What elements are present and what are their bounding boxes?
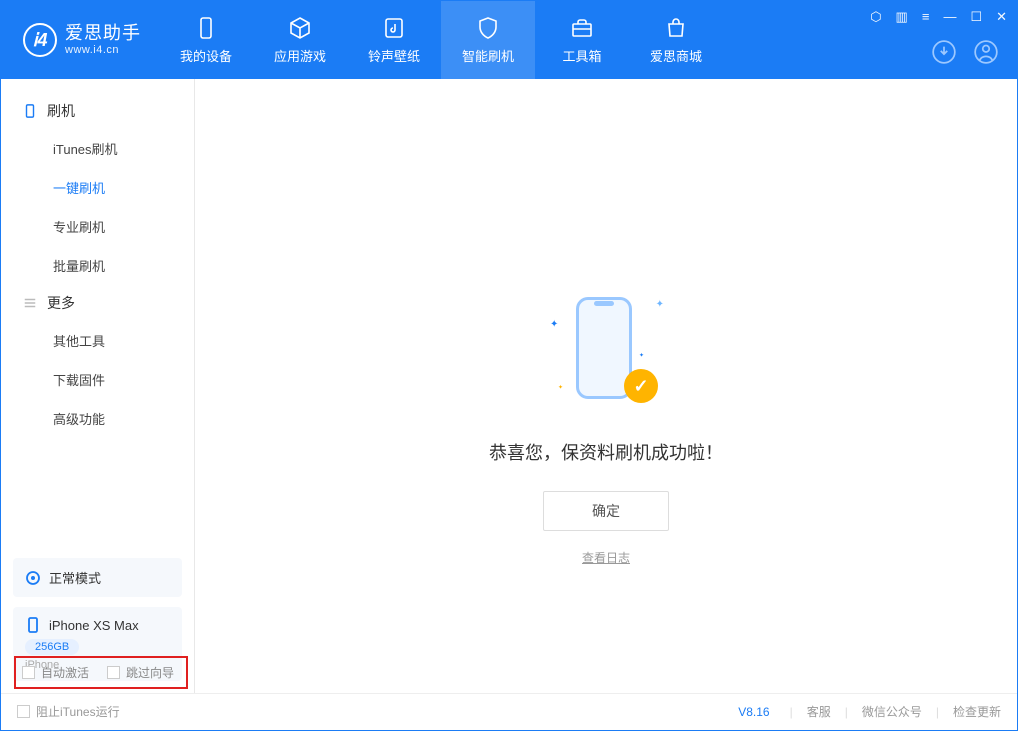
sidebar-item-pro[interactable]: 专业刷机 bbox=[1, 207, 194, 246]
main-tabs: 我的设备 应用游戏 铃声壁纸 智能刷机 工具箱 爱思商城 bbox=[159, 1, 723, 79]
download-icon[interactable] bbox=[931, 39, 957, 65]
logo-area: ⅰ4 爱思助手 www.i4.cn bbox=[1, 23, 159, 57]
sidebar-section-more: 更多 bbox=[1, 285, 194, 321]
app-url: www.i4.cn bbox=[65, 44, 141, 56]
sidebar-section-flash: 刷机 bbox=[1, 93, 194, 129]
view-log-link[interactable]: 查看日志 bbox=[582, 549, 630, 566]
ok-button[interactable]: 确定 bbox=[543, 491, 669, 531]
section-label: 刷机 bbox=[47, 101, 75, 121]
tab-label: 爱思商城 bbox=[650, 46, 702, 65]
minimize-button[interactable]: — bbox=[943, 9, 956, 25]
tab-toolbox[interactable]: 工具箱 bbox=[535, 1, 629, 79]
support-link[interactable]: 客服 bbox=[807, 703, 831, 720]
auto-activate-checkbox[interactable]: 自动激活 bbox=[22, 664, 89, 681]
tab-label: 铃声壁纸 bbox=[368, 46, 420, 65]
success-message: 恭喜您，保资料刷机成功啦！ bbox=[489, 439, 723, 465]
check-icon: ✓ bbox=[624, 369, 658, 403]
section-label: 更多 bbox=[47, 293, 75, 313]
skip-guide-checkbox[interactable]: 跳过向导 bbox=[107, 664, 174, 681]
capacity-badge: 256GB bbox=[25, 639, 79, 655]
sidebar: 刷机 iTunes刷机 一键刷机 专业刷机 批量刷机 更多 其他工具 下载固件 … bbox=[1, 79, 195, 693]
menu-icon[interactable]: ≡ bbox=[922, 9, 930, 25]
tab-label: 工具箱 bbox=[562, 46, 601, 65]
mode-label: 正常模式 bbox=[49, 568, 101, 587]
sidebar-item-batch[interactable]: 批量刷机 bbox=[1, 246, 194, 285]
phone-small-icon bbox=[25, 617, 41, 633]
mode-icon bbox=[25, 570, 41, 586]
maximize-button[interactable]: ☐ bbox=[970, 9, 982, 25]
content-area: ✦ ✦ ✦ ✦ ✓ 恭喜您，保资料刷机成功啦！ 确定 查看日志 bbox=[195, 79, 1017, 693]
user-icon[interactable] bbox=[973, 39, 999, 65]
device-icon bbox=[23, 104, 37, 118]
sidebar-item-itunes[interactable]: iTunes刷机 bbox=[1, 129, 194, 168]
app-name: 爱思助手 bbox=[65, 24, 141, 44]
tab-label: 智能刷机 bbox=[462, 46, 514, 65]
skin-icon[interactable]: ⬡ bbox=[870, 9, 881, 25]
app-header: ⅰ4 爱思助手 www.i4.cn 我的设备 应用游戏 铃声壁纸 智能刷机 工具… bbox=[1, 1, 1017, 79]
sidebar-item-firmware[interactable]: 下载固件 bbox=[1, 360, 194, 399]
flash-options-row: 自动激活 跳过向导 bbox=[14, 656, 188, 689]
logo-icon: ⅰ4 bbox=[23, 23, 57, 57]
tab-ringtone[interactable]: 铃声壁纸 bbox=[347, 1, 441, 79]
tab-label: 应用游戏 bbox=[274, 46, 326, 65]
tab-device[interactable]: 我的设备 bbox=[159, 1, 253, 79]
block-itunes-checkbox[interactable]: 阻止iTunes运行 bbox=[17, 703, 120, 720]
sidebar-item-advanced[interactable]: 高级功能 bbox=[1, 399, 194, 438]
music-icon bbox=[382, 16, 406, 40]
mode-card[interactable]: 正常模式 bbox=[13, 558, 182, 597]
bag-icon bbox=[664, 16, 688, 40]
status-bar: 阻止iTunes运行 V8.16 | 客服 | 微信公众号 | 检查更新 bbox=[1, 693, 1017, 729]
shield-icon bbox=[476, 16, 500, 40]
close-button[interactable]: ✕ bbox=[996, 9, 1007, 25]
toolbox-icon bbox=[570, 16, 594, 40]
device-name: iPhone XS Max bbox=[49, 618, 139, 633]
sidebar-item-other[interactable]: 其他工具 bbox=[1, 321, 194, 360]
tab-apps[interactable]: 应用游戏 bbox=[253, 1, 347, 79]
phone-icon bbox=[194, 16, 218, 40]
tab-label: 我的设备 bbox=[180, 46, 232, 65]
wechat-link[interactable]: 微信公众号 bbox=[862, 703, 922, 720]
sidebar-item-oneclick[interactable]: 一键刷机 bbox=[1, 168, 194, 207]
header-right-icons bbox=[931, 39, 999, 65]
app-body: 刷机 iTunes刷机 一键刷机 专业刷机 批量刷机 更多 其他工具 下载固件 … bbox=[1, 79, 1017, 693]
tab-store[interactable]: 爱思商城 bbox=[629, 1, 723, 79]
window-controls: ⬡ ▥ ≡ — ☐ ✕ bbox=[870, 9, 1007, 25]
version-label: V8.16 bbox=[738, 705, 769, 719]
list-icon bbox=[23, 296, 37, 310]
success-illustration: ✦ ✦ ✦ ✦ ✓ bbox=[546, 289, 666, 409]
settings-icon[interactable]: ▥ bbox=[896, 9, 908, 25]
cube-icon bbox=[288, 16, 312, 40]
tab-flash[interactable]: 智能刷机 bbox=[441, 1, 535, 79]
update-link[interactable]: 检查更新 bbox=[953, 703, 1001, 720]
